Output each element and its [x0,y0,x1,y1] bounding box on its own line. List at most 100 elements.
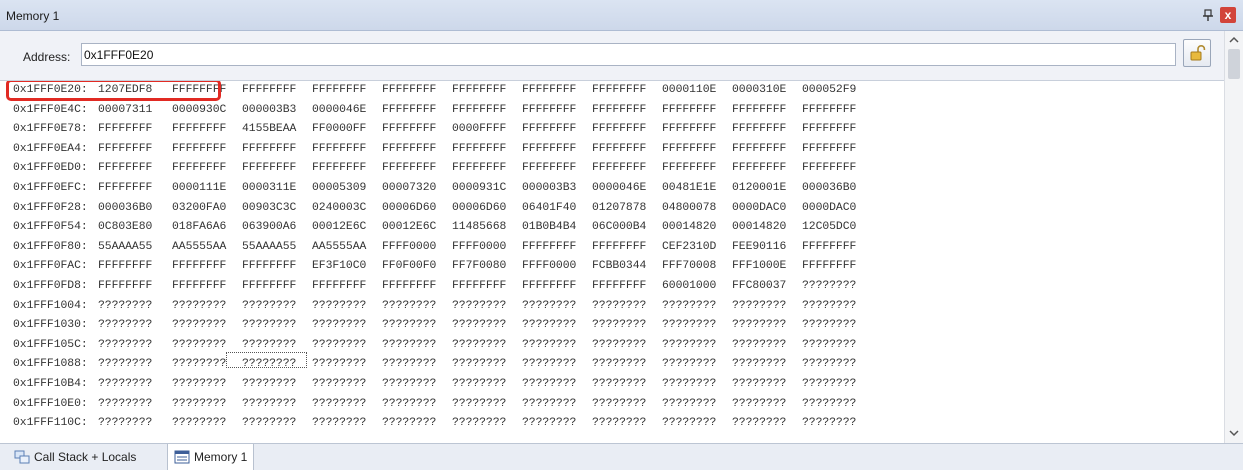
memory-cell[interactable]: 0000931C [452,180,522,197]
memory-cell[interactable]: ???????? [732,396,802,413]
memory-cell[interactable]: ???????? [802,415,872,432]
memory-cell[interactable]: ???????? [732,298,802,315]
memory-cell[interactable]: ???????? [172,415,242,432]
memory-cell[interactable]: FFFFFFFF [592,160,662,177]
memory-cell[interactable]: FFFFFFFF [172,141,242,158]
memory-cell[interactable]: FFFFFFFF [382,278,452,295]
memory-row[interactable]: 0x1FFF10E0:?????????????????????????????… [13,396,872,413]
memory-cell[interactable]: ???????? [522,337,592,354]
memory-cell[interactable]: ???????? [802,396,872,413]
scroll-down-icon[interactable] [1228,427,1240,439]
memory-cell[interactable]: 55AAAA55 [242,239,312,256]
memory-cell[interactable]: ???????? [312,376,382,393]
memory-row[interactable]: 0x1FFF1004:?????????????????????????????… [13,298,872,315]
memory-cell[interactable]: 03200FA0 [172,200,242,217]
memory-cell[interactable]: FFFFFFFF [802,239,872,256]
memory-cell[interactable]: ???????? [592,356,662,373]
memory-cell[interactable]: FFFFFFFF [522,102,592,119]
memory-cell[interactable]: 01B0B4B4 [522,219,592,236]
memory-cell[interactable]: FFFFFFFF [802,258,872,275]
memory-cell[interactable]: ???????? [732,415,802,432]
memory-cell[interactable]: FFFFFFFF [522,278,592,295]
memory-cell[interactable]: FFFFFFFF [172,82,242,99]
memory-cell[interactable]: ???????? [172,317,242,334]
memory-cell[interactable]: 0000FFFF [452,121,522,138]
memory-cell[interactable]: 06C000B4 [592,219,662,236]
memory-row[interactable]: 0x1FFF0EA4: FFFFFFFF FFFFFFFF FFFFFFFF FFFFF… [13,141,872,158]
memory-cell[interactable]: 000003B3 [522,180,592,197]
memory-cell[interactable]: ???????? [98,396,172,413]
memory-cell[interactable]: EF3F10C0 [312,258,382,275]
memory-cell[interactable]: ???????? [522,376,592,393]
memory-cell[interactable]: ???????? [592,317,662,334]
memory-cell[interactable]: ???????? [382,298,452,315]
memory-cell[interactable]: ???????? [452,356,522,373]
memory-cell[interactable]: ???????? [662,317,732,334]
memory-cell[interactable]: FFFFFFFF [382,141,452,158]
memory-cell[interactable]: ???????? [242,415,312,432]
memory-cell[interactable]: ???????? [98,356,172,373]
memory-cell[interactable]: ???????? [522,317,592,334]
memory-cell[interactable]: ???????? [732,337,802,354]
memory-cell[interactable]: 000052F9 [802,82,872,99]
memory-cell[interactable]: FFFF0000 [452,239,522,256]
scroll-up-icon[interactable] [1228,34,1240,46]
memory-cell[interactable]: 0000930C [172,102,242,119]
memory-cell[interactable]: ???????? [452,415,522,432]
memory-cell[interactable]: FFFFFFFF [452,278,522,295]
memory-cell[interactable]: 0C803E80 [98,219,172,236]
memory-cell[interactable]: 1207EDF8 [98,82,172,99]
memory-row[interactable]: 0x1FFF0F28: 000036B0 03200FA0 00903C3C 02400… [13,200,872,217]
memory-cell[interactable]: FFFFFFFF [172,278,242,295]
memory-cell[interactable]: ???????? [382,337,452,354]
memory-cell[interactable]: 0240003C [312,200,382,217]
memory-cell[interactable]: ???????? [662,415,732,432]
memory-cell[interactable]: FFFFFFFF [802,160,872,177]
memory-cell[interactable]: 0000311E [242,180,312,197]
memory-cell[interactable]: ???????? [732,317,802,334]
memory-cell[interactable]: 063900A6 [242,219,312,236]
memory-cell[interactable]: ???????? [802,317,872,334]
memory-cell[interactable]: ???????? [382,396,452,413]
memory-cell[interactable]: ???????? [522,298,592,315]
memory-cell[interactable]: ???????? [242,298,312,315]
memory-cell[interactable]: FFFFFFFF [382,102,452,119]
memory-cell[interactable]: ???????? [312,356,382,373]
memory-cell[interactable]: ???????? [592,298,662,315]
memory-cell[interactable]: ???????? [382,376,452,393]
tab-call-stack-locals[interactable]: Call Stack + Locals [8,444,142,470]
memory-cell[interactable]: ???????? [242,356,312,373]
memory-cell[interactable]: ???????? [172,337,242,354]
memory-cell[interactable]: 55AAAA55 [98,239,172,256]
memory-cell[interactable]: ???????? [662,376,732,393]
memory-view[interactable]: 0x1FFF0E20: 1207EDF8 FFFFFFFF FFFFFFFF FFFFF… [0,81,1224,443]
memory-cell[interactable]: 0000046E [312,102,382,119]
memory-cell[interactable]: FFFFFFFF [172,160,242,177]
memory-cell[interactable]: 000036B0 [802,180,872,197]
memory-cell[interactable]: ???????? [312,337,382,354]
memory-row[interactable]: 0x1FFF0F80: 55AAAA55 AA5555AA 55AAAA55 AA555… [13,239,872,256]
memory-cell[interactable]: ???????? [242,337,312,354]
memory-cell[interactable]: FFFFFFFF [312,160,382,177]
memory-cell[interactable]: 00014820 [662,219,732,236]
memory-row[interactable]: 0x1FFF0F54: 0C803E80 018FA6A6 063900A6 00012… [13,219,872,236]
memory-row[interactable]: 0x1FFF0ED0: FFFFFFFF FFFFFFFF FFFFFFFF FFFFF… [13,160,872,177]
address-input[interactable] [81,43,1176,66]
memory-cell[interactable]: FFFFFFFF [242,82,312,99]
memory-cell[interactable]: FFFFFFFF [662,102,732,119]
memory-cell[interactable]: FFFFFFFF [522,121,592,138]
memory-cell[interactable]: 0000046E [592,180,662,197]
memory-cell[interactable]: ???????? [592,376,662,393]
memory-cell[interactable]: 00006D60 [452,200,522,217]
memory-cell[interactable]: ???????? [382,317,452,334]
memory-cell[interactable]: 00006D60 [382,200,452,217]
memory-cell[interactable]: FFFFFFFF [662,141,732,158]
memory-cell[interactable]: 000036B0 [98,200,172,217]
memory-cell[interactable]: FFFFFFFF [312,141,382,158]
memory-cell[interactable]: 00007311 [98,102,172,119]
memory-row[interactable]: 0x1FFF0FAC: FFFFFFFF FFFFFFFF FFFFFFFF EF3F1… [13,258,872,275]
memory-cell[interactable]: 60001000 [662,278,732,295]
memory-cell[interactable]: FFFFFFFF [242,160,312,177]
memory-cell[interactable]: FFFFFFFF [802,102,872,119]
memory-cell[interactable]: FFFFFFFF [98,180,172,197]
